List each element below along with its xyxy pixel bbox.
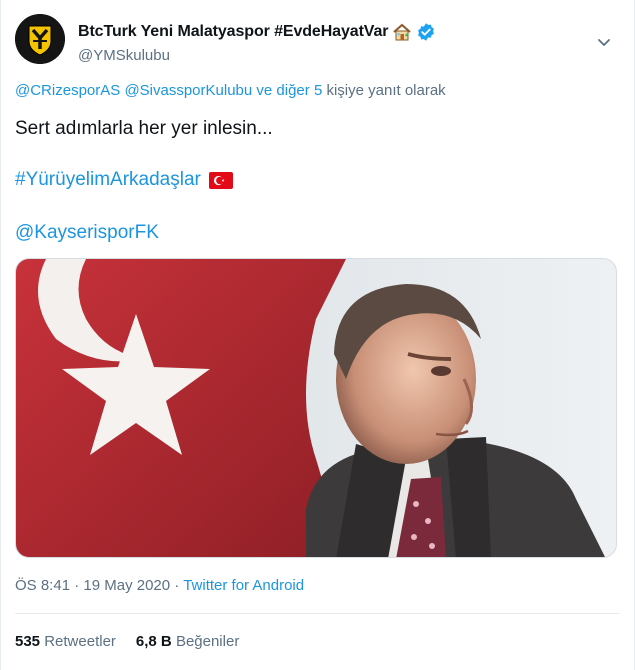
reply-mention-sivasspor[interactable]: @SivassporKulubu: [124, 82, 252, 99]
hashtag-row: #YürüyelimArkadaşlar: [15, 168, 233, 192]
tweet-source-link[interactable]: Twitter for Android: [183, 577, 304, 594]
tweet-stats: 535 Retweetler 6,8 B Beğeniler: [15, 633, 239, 650]
retweets-count: 535: [15, 633, 41, 650]
meta-separator: ·: [174, 577, 180, 594]
club-crest-icon: [15, 14, 65, 64]
meta-separator: ·: [74, 577, 80, 594]
verified-icon: [416, 22, 436, 42]
more-options-button[interactable]: [592, 30, 616, 54]
tweet-date[interactable]: 19 May 2020: [83, 577, 170, 594]
divider: [15, 613, 620, 614]
mention-kayserispor[interactable]: @KayserisporFK: [15, 221, 159, 245]
reply-context: @CRizesporAS @SivassporKulubu ve diğer 5…: [15, 82, 446, 99]
tweet-text: Sert adımlarla her yer inlesin...: [15, 118, 273, 139]
retweets-label: Retweetler: [44, 633, 116, 650]
display-name[interactable]: BtcTurk Yeni Malatyaspor #EvdeHayatVar: [78, 23, 389, 41]
house-icon: [392, 22, 412, 42]
reply-mention-rizespor[interactable]: @CRizesporAS: [15, 82, 120, 99]
likes-count: 6,8 B: [135, 633, 172, 650]
name-row: BtcTurk Yeni Malatyaspor #EvdeHayatVar: [78, 22, 436, 42]
chevron-down-icon: [598, 39, 610, 46]
likes-label: Beğeniler: [175, 633, 240, 650]
photo-portrait-with-flag: [16, 259, 616, 557]
retweets-stat[interactable]: 535 Retweetler: [15, 633, 116, 650]
tweet-card: BtcTurk Yeni Malatyaspor #EvdeHayatVar @…: [0, 0, 635, 670]
hashtag-link[interactable]: #YürüyelimArkadaşlar: [15, 168, 201, 192]
handle[interactable]: @YMSkulubu: [78, 47, 170, 64]
tweet-header: BtcTurk Yeni Malatyaspor #EvdeHayatVar @…: [15, 14, 620, 70]
avatar[interactable]: [15, 14, 65, 64]
tweet-time[interactable]: ÖS 8:41: [15, 577, 70, 594]
reply-suffix: kişiye yanıt olarak: [326, 82, 446, 99]
tweet-photo[interactable]: [15, 258, 617, 558]
turkey-flag-icon: [208, 171, 233, 189]
reply-others-link[interactable]: ve diğer 5: [256, 82, 322, 99]
likes-stat[interactable]: 6,8 B Beğeniler: [136, 633, 239, 650]
tweet-meta: ÖS 8:41 · 19 May 2020 · Twitter for Andr…: [15, 577, 304, 594]
